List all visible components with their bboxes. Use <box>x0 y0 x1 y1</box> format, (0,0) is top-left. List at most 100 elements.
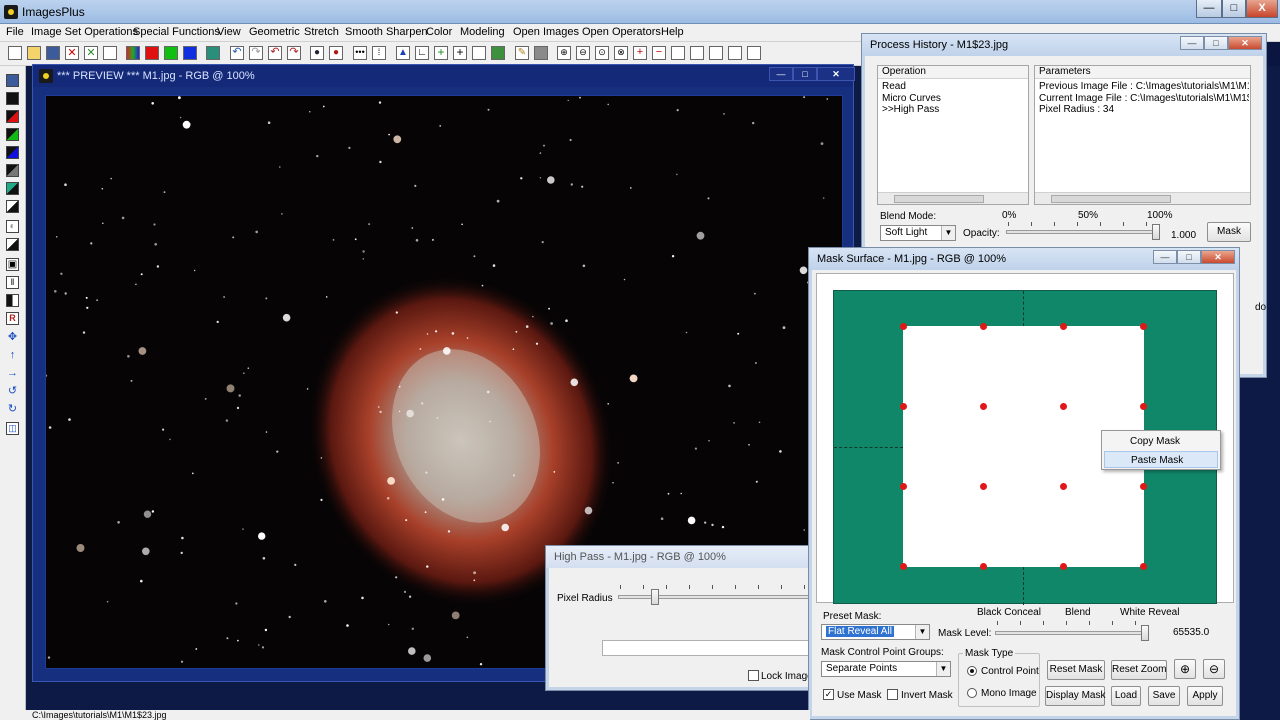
green-tool-icon[interactable] <box>6 128 19 141</box>
levels-tool-icon[interactable]: ‖ <box>6 276 19 289</box>
mask-level-slider-track[interactable] <box>995 631 1147 635</box>
mask-control-point[interactable] <box>1140 563 1147 570</box>
undo-icon[interactable]: ↶ <box>230 46 244 60</box>
add-icon[interactable]: + <box>434 46 448 60</box>
r-tool-icon[interactable]: R <box>6 312 19 325</box>
grid-icon[interactable] <box>206 46 220 60</box>
pencil-icon[interactable]: ✎ <box>515 46 529 60</box>
black-tool-icon[interactable] <box>6 92 19 105</box>
mask-minimize-button[interactable]: — <box>1153 250 1177 264</box>
use-mask-checkbox[interactable]: ✓ <box>823 689 834 700</box>
blue-channel-icon[interactable] <box>183 46 197 60</box>
load-button[interactable]: Load <box>1111 686 1141 706</box>
crosshair-icon[interactable]: + <box>453 46 467 60</box>
red-channel-icon[interactable] <box>145 46 159 60</box>
save-icon[interactable] <box>46 46 60 60</box>
gray-tool-icon[interactable] <box>6 164 19 177</box>
menu-help[interactable]: Help <box>661 26 684 38</box>
green-channel-icon[interactable] <box>164 46 178 60</box>
apply-button[interactable]: Apply <box>1187 686 1223 706</box>
rgb-icon[interactable] <box>126 46 140 60</box>
l-shape-icon[interactable]: ∟ <box>415 46 429 60</box>
flip-tool-icon[interactable]: ◫ <box>6 422 19 435</box>
display-mask-button[interactable]: Display Mask <box>1045 686 1105 706</box>
dots-icon[interactable]: ••• <box>353 46 367 60</box>
lock-image-checkbox[interactable] <box>748 670 759 681</box>
menu-open-images[interactable]: Open Images <box>513 26 579 38</box>
save-button[interactable]: Save <box>1148 686 1180 706</box>
rotate-right-icon[interactable]: ↻ <box>6 404 19 417</box>
gray-box-icon[interactable] <box>534 46 548 60</box>
zoom-out-icon[interactable]: ⊖ <box>576 46 590 60</box>
app-minimize-button[interactable]: — <box>1196 0 1222 18</box>
arrow-up-icon[interactable]: ↑ <box>6 350 19 363</box>
red-tool-icon[interactable] <box>6 110 19 123</box>
operation-item[interactable]: Micro Curves <box>882 93 941 105</box>
new-icon[interactable] <box>8 46 22 60</box>
open-folder-icon[interactable] <box>27 46 41 60</box>
remove-red-icon[interactable]: − <box>652 46 666 60</box>
opacity-slider-track[interactable] <box>1006 230 1158 234</box>
menu-modeling[interactable]: Modeling <box>460 26 505 38</box>
arrow-right-icon[interactable]: → <box>6 368 19 381</box>
mask-maximize-button[interactable]: □ <box>1177 250 1201 264</box>
mask-control-point[interactable] <box>980 403 987 410</box>
mask-level-slider-thumb[interactable] <box>1141 625 1149 641</box>
frame-4-icon[interactable] <box>728 46 742 60</box>
scatter-icon[interactable]: ⁞ <box>372 46 386 60</box>
zoom-actual-icon[interactable]: ⊗ <box>614 46 628 60</box>
stop-record-icon[interactable]: ● <box>329 46 343 60</box>
select-tool-icon[interactable]: ▣ <box>6 258 19 271</box>
undo-all-icon[interactable]: ↶ <box>268 46 282 60</box>
image-icon[interactable] <box>491 46 505 60</box>
grid-small-icon[interactable] <box>472 46 486 60</box>
menu-geometric[interactable]: Geometric <box>249 26 300 38</box>
zoom-out-icon[interactable]: ⊖ <box>1203 659 1225 679</box>
menu-view[interactable]: View <box>217 26 241 38</box>
menu-special-functions[interactable]: Special Functions <box>133 26 220 38</box>
preview-maximize-button[interactable]: □ <box>793 67 817 81</box>
menu-smooth-sharpen[interactable]: Smooth Sharpen <box>345 26 428 38</box>
frame-1-icon[interactable] <box>671 46 685 60</box>
preset-mask-select[interactable]: Flat Reveal All ▼ <box>821 624 930 640</box>
zoom-in-icon[interactable]: ⊕ <box>1174 659 1196 679</box>
redo-icon[interactable]: ↷ <box>249 46 263 60</box>
control-point-radio[interactable] <box>967 666 977 676</box>
paste-mask-menu-item[interactable]: Paste Mask <box>1104 451 1218 468</box>
mask-control-point[interactable] <box>980 323 987 330</box>
mask-control-point[interactable] <box>1060 483 1067 490</box>
mask-control-point[interactable] <box>1060 323 1067 330</box>
copy-mask-menu-item[interactable]: Copy Mask <box>1104 433 1218 450</box>
history-maximize-button[interactable]: □ <box>1204 36 1228 50</box>
opacity-slider-thumb[interactable] <box>1152 224 1160 240</box>
pixel-radius-slider-thumb[interactable] <box>651 589 659 605</box>
app-close-button[interactable]: X <box>1246 0 1278 18</box>
corner-tool-icon[interactable] <box>6 200 19 213</box>
menu-image-set-operations[interactable]: Image Set Operations <box>31 26 138 38</box>
menu-open-operators[interactable]: Open Operators <box>582 26 661 38</box>
preview-close-button[interactable]: ✕ <box>817 67 855 81</box>
mask-control-point[interactable] <box>900 483 907 490</box>
menu-stretch[interactable]: Stretch <box>304 26 339 38</box>
blend-mode-select[interactable]: Soft Light ▼ <box>880 225 956 241</box>
menu-color[interactable]: Color <box>426 26 452 38</box>
operation-list[interactable]: Operation Read Micro Curves >>High Pass <box>877 65 1029 205</box>
mask-control-point[interactable] <box>1140 323 1147 330</box>
rotate-left-icon[interactable]: ↺ <box>6 386 19 399</box>
control-groups-select[interactable]: Separate Points ▼ <box>821 661 951 677</box>
reset-zoom-button[interactable]: Reset Zoom <box>1111 660 1167 680</box>
teal-tool-icon[interactable] <box>6 182 19 195</box>
mono-image-radio[interactable] <box>967 688 977 698</box>
operation-item[interactable]: >>High Pass <box>882 104 941 116</box>
mask-control-point[interactable] <box>1140 403 1147 410</box>
invert-mask-checkbox[interactable] <box>887 689 898 700</box>
menu-file[interactable]: File <box>6 26 24 38</box>
frame-5-icon[interactable] <box>747 46 761 60</box>
window-icon[interactable] <box>103 46 117 60</box>
zoom-fit-icon[interactable]: ⊙ <box>595 46 609 60</box>
operation-hscroll[interactable] <box>878 192 1028 204</box>
mask-button[interactable]: Mask <box>1207 222 1251 242</box>
mask-control-point[interactable] <box>1060 563 1067 570</box>
redo-all-icon[interactable]: ↷ <box>287 46 301 60</box>
save-tool-icon[interactable] <box>6 74 19 87</box>
